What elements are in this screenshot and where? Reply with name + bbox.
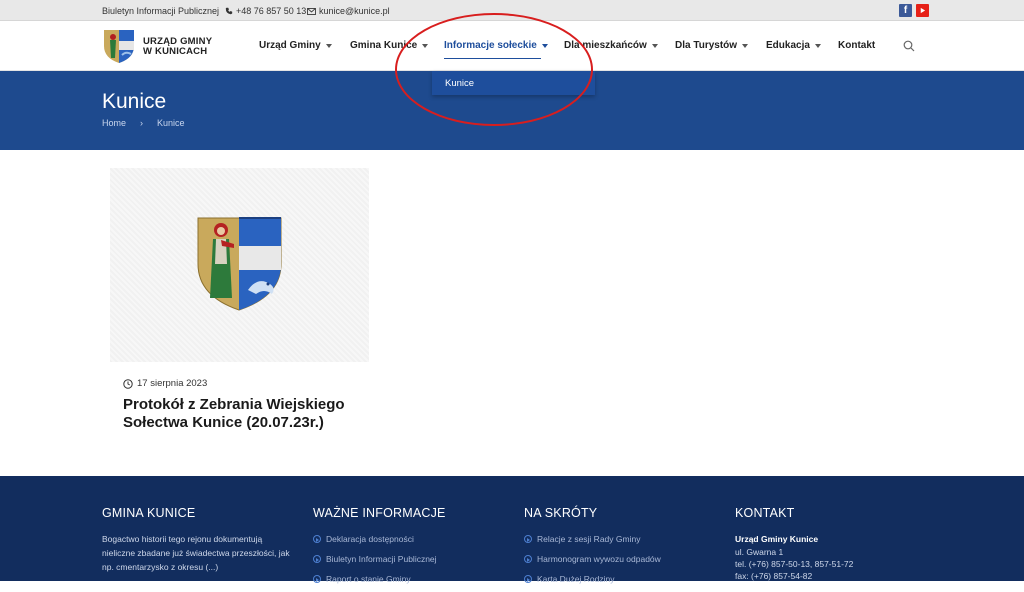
clock-icon <box>123 378 133 389</box>
footer-col-skroty: NA SKRÓTY Relacje z sesji Rady Gminy Har… <box>524 506 661 592</box>
page-title: Kunice <box>102 90 167 113</box>
footer-link[interactable]: Deklaracja dostępności <box>313 532 446 546</box>
nav-dla-mieszkancow[interactable]: Dla mieszkańców <box>564 40 658 51</box>
phone-icon <box>225 7 233 15</box>
footer-heading: GMINA KUNICE <box>102 506 196 520</box>
coat-of-arms-icon <box>104 30 134 63</box>
bip-label: Biuletyn Informacji Publicznej <box>102 6 220 16</box>
nav-urzad-gminy[interactable]: Urząd Gminy <box>259 40 332 51</box>
post-date: 17 sierpnia 2023 <box>123 378 207 389</box>
site-footer: GMINA KUNICE Bogactwo historii tego rejo… <box>0 476 1024 584</box>
top-bar: Biuletyn Informacji Publicznej +48 76 85… <box>0 0 1024 21</box>
footer-link[interactable]: Harmonogram wywozu odpadów <box>524 552 661 566</box>
footer-heading: NA SKRÓTY <box>524 506 598 520</box>
caret-down-icon <box>541 43 548 48</box>
nav-kontakt[interactable]: Kontakt <box>838 40 875 51</box>
arrow-circle-icon <box>524 555 532 563</box>
facebook-icon[interactable]: f <box>899 4 912 17</box>
caret-down-icon <box>814 43 821 48</box>
footer-contact-name: Urząd Gminy Kunice <box>735 534 819 544</box>
footer-link[interactable]: Biuletyn Informacji Publicznej <box>313 552 446 566</box>
footer-col-kontakt: KONTAKT Urząd Gminy Kunice ul. Gwarna 1 … <box>735 506 853 582</box>
nav-dla-turystow[interactable]: Dla Turystów <box>675 40 749 51</box>
site-name[interactable]: URZĄD GMINY W KUNICACH <box>143 37 212 57</box>
site-header: URZĄD GMINY W KUNICACH Urząd Gminy Gmina… <box>0 21 1024 71</box>
email-info[interactable]: kunice@kunice.pl <box>307 6 390 16</box>
post-thumbnail[interactable] <box>110 168 369 362</box>
caret-down-icon <box>325 43 332 48</box>
footer-heading: WAŻNE INFORMACJE <box>313 506 446 520</box>
footer-col-wazne: WAŻNE INFORMACJE Deklaracja dostępności … <box>313 506 446 592</box>
phone-info[interactable]: +48 76 857 50 13 <box>225 6 306 16</box>
bip-link[interactable]: Biuletyn Informacji Publicznej <box>102 6 219 16</box>
arrow-circle-icon <box>524 575 532 583</box>
breadcrumb-separator-icon: › <box>140 118 144 128</box>
phone-number: +48 76 857 50 13 <box>236 6 307 16</box>
youtube-icon[interactable] <box>916 4 929 17</box>
caret-down-icon <box>422 43 429 48</box>
nav-gmina-kunice[interactable]: Gmina Kunice <box>350 40 429 51</box>
arrow-circle-icon <box>313 575 321 583</box>
footer-col-gmina: GMINA KUNICE Bogactwo historii tego rejo… <box>102 506 292 574</box>
search-icon[interactable] <box>903 39 915 57</box>
footer-link[interactable]: Karta Dużej Rodziny <box>524 572 661 586</box>
nav-informacje-soleckie[interactable]: Informacje sołeckie <box>444 40 548 51</box>
caret-down-icon <box>651 43 658 48</box>
breadcrumb-home[interactable]: Home <box>102 118 126 128</box>
site-logo[interactable] <box>102 28 136 65</box>
post-title-link[interactable]: Protokół z Zebrania Wiejskiego Sołectwa … <box>123 396 373 432</box>
coat-of-arms-icon <box>197 217 282 311</box>
footer-link[interactable]: Raport o stanie Gminy <box>313 572 446 586</box>
footer-contact-fax: fax: (+76) 857-54-82 <box>735 571 813 581</box>
footer-contact-tel: tel. (+76) 857-50-13, 857-51-72 <box>735 559 854 569</box>
breadcrumb: Home › Kunice <box>102 118 185 128</box>
arrow-circle-icon <box>313 555 321 563</box>
nav-edukacja[interactable]: Edukacja <box>766 40 821 51</box>
email-address: kunice@kunice.pl <box>319 6 390 16</box>
caret-down-icon <box>742 43 749 48</box>
footer-link[interactable]: Relacje z sesji Rady Gminy <box>524 532 661 546</box>
footer-heading: KONTAKT <box>735 506 795 520</box>
dropdown-item-kunice[interactable]: Kunice <box>445 78 474 89</box>
footer-contact-address: ul. Gwarna 1 <box>735 547 784 557</box>
footer-about-text: Bogactwo historii tego rejonu dokumentuj… <box>102 534 290 572</box>
informacje-soleckie-dropdown: Kunice <box>432 71 595 95</box>
active-nav-underline <box>444 58 541 59</box>
envelope-icon <box>307 7 316 15</box>
breadcrumb-current: Kunice <box>157 118 185 128</box>
arrow-circle-icon <box>313 535 321 543</box>
arrow-circle-icon <box>524 535 532 543</box>
